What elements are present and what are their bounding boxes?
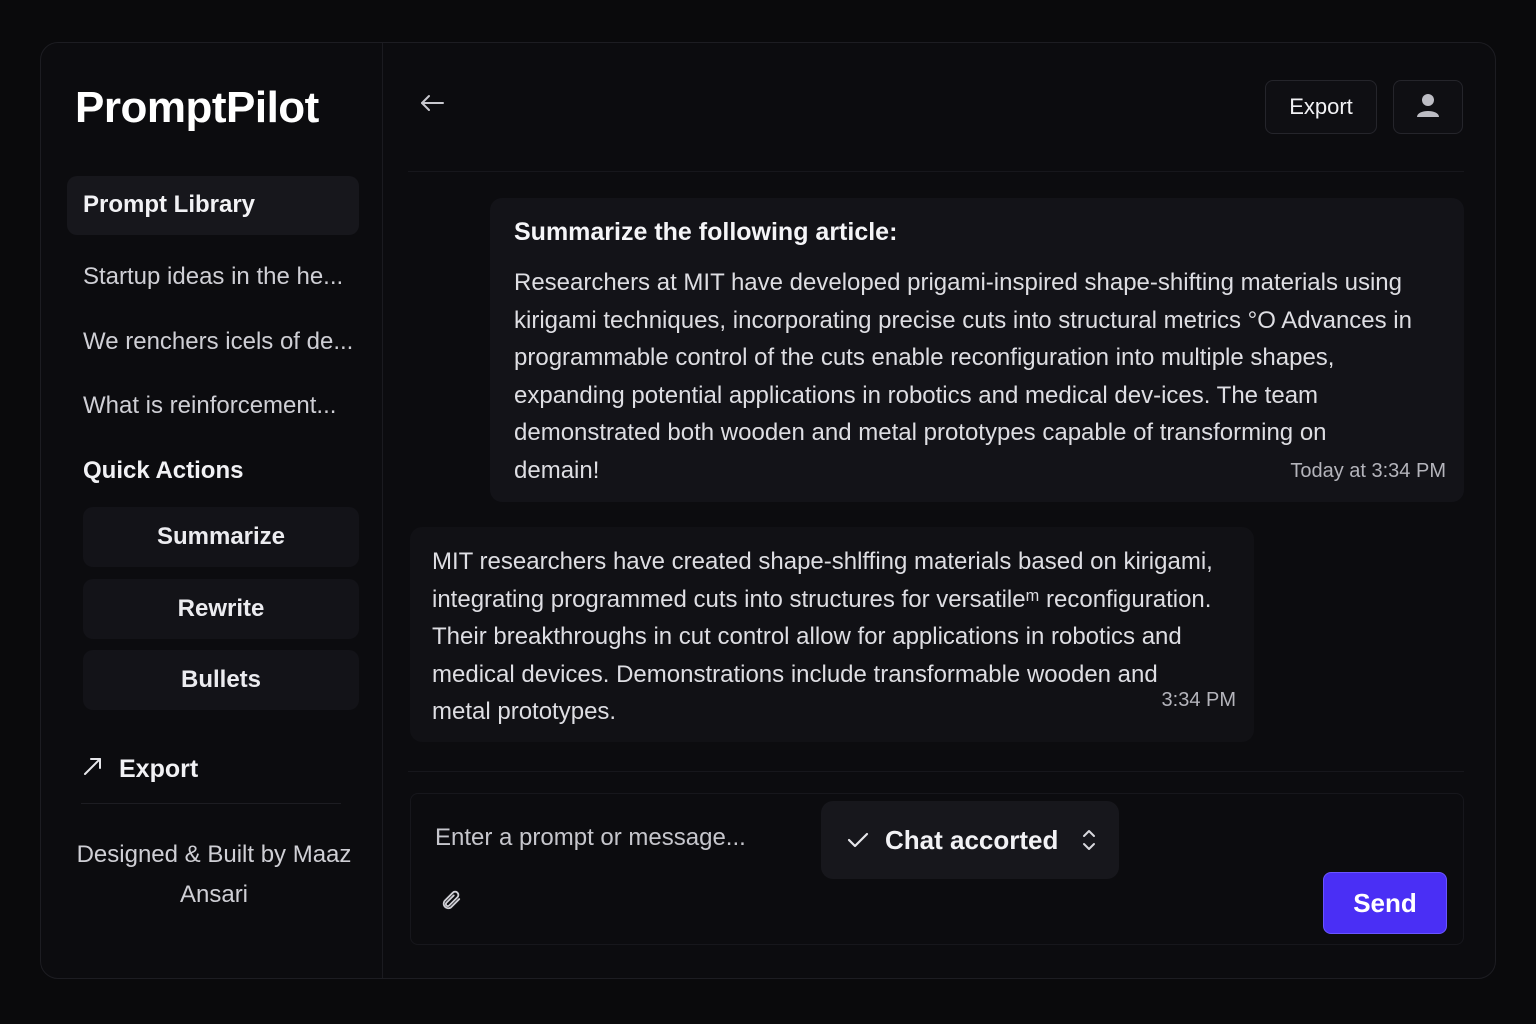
sidebar: PromptPilot Prompt Library Startup ideas… xyxy=(41,43,383,978)
attach-button[interactable] xyxy=(437,888,465,916)
send-button[interactable]: Send xyxy=(1323,872,1447,934)
user-message-timestamp: Today at 3:34 PM xyxy=(1290,460,1446,482)
rewrite-button[interactable]: Rewrite xyxy=(83,579,359,639)
user-message-title: Summarize the following article: xyxy=(514,218,898,246)
arrow-left-icon xyxy=(419,93,445,118)
assistant-message-timestamp: 3:34 PM xyxy=(1161,689,1236,711)
composer: Chat accorted Send xyxy=(410,793,1464,945)
quick-actions-heading: Quick Actions xyxy=(83,457,244,484)
mode-select-label: Chat accorted xyxy=(885,824,1059,855)
assistant-message: MIT researchers have created shape-shlff… xyxy=(410,527,1254,742)
header-export-button[interactable]: Export xyxy=(1265,80,1377,134)
app-window: PromptPilot Prompt Library Startup ideas… xyxy=(40,42,1496,979)
prompt-input[interactable] xyxy=(435,818,815,858)
chat-panel: Export Summarize the following article: … xyxy=(384,43,1495,978)
sidebar-export-button[interactable]: Export xyxy=(81,751,198,787)
sidebar-export-label: Export xyxy=(119,754,199,783)
bullets-button[interactable]: Bullets xyxy=(83,650,359,710)
mode-select[interactable]: Chat accorted xyxy=(821,801,1119,879)
header-divider xyxy=(408,171,1464,172)
arrow-up-right-icon xyxy=(81,754,105,785)
history-item[interactable]: What is reinforcement... xyxy=(83,392,373,420)
check-icon xyxy=(847,825,869,856)
app-logo: PromptPilot xyxy=(75,83,319,132)
composer-divider xyxy=(408,771,1464,772)
sidebar-item-prompt-library[interactable]: Prompt Library xyxy=(67,176,359,235)
user-message-body: Researchers at MIT have developed prigam… xyxy=(514,269,1412,484)
assistant-message-body: MIT researchers have created shape-shlff… xyxy=(432,548,1213,725)
user-message: Summarize the following article: Researc… xyxy=(490,198,1464,502)
user-avatar-button[interactable] xyxy=(1393,80,1463,134)
summarize-button[interactable]: Summarize xyxy=(83,507,359,567)
back-button[interactable] xyxy=(414,87,450,123)
history-item[interactable]: Startup ideas in the he... xyxy=(83,263,373,291)
credit-text: Designed & Built by Maaz Ansari xyxy=(76,841,352,908)
history-item[interactable]: We renchers icels of de... xyxy=(83,328,373,356)
sidebar-divider xyxy=(81,803,341,804)
chevron-up-down-icon xyxy=(1081,828,1097,859)
user-icon xyxy=(1416,92,1440,123)
paperclip-icon xyxy=(440,889,462,916)
